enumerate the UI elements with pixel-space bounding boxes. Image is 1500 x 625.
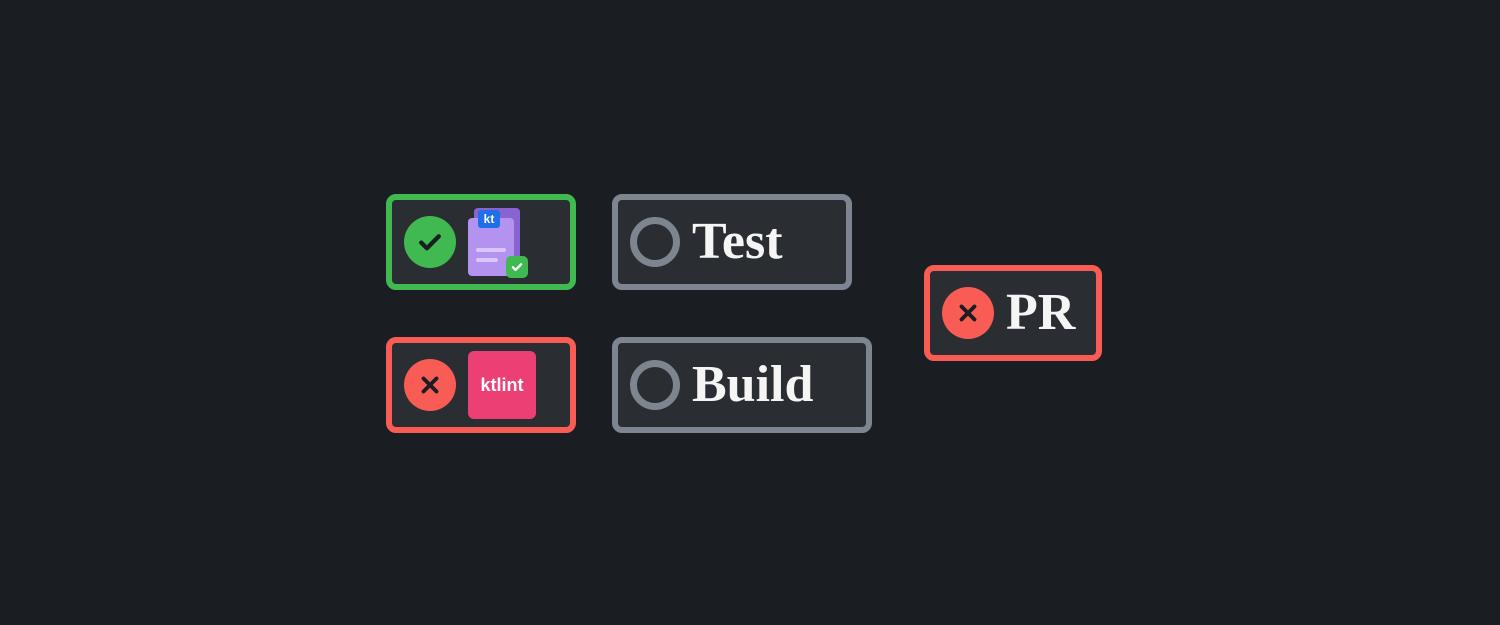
- check-icon: [404, 216, 456, 268]
- pending-icon: [630, 217, 680, 267]
- pending-icon: [630, 360, 680, 410]
- job-label: Test: [692, 216, 783, 268]
- job-card-pr[interactable]: PR: [924, 265, 1102, 361]
- job-card-test[interactable]: Test: [612, 194, 852, 290]
- job-card-kotlin[interactable]: kt: [386, 194, 576, 290]
- job-label: Build: [692, 359, 813, 411]
- job-card-build[interactable]: Build: [612, 337, 872, 433]
- ktlint-label: ktlint: [481, 375, 524, 396]
- x-icon: [942, 287, 994, 339]
- kotlin-file-icon: kt: [468, 208, 526, 276]
- mini-check-icon: [506, 256, 528, 278]
- ktlint-icon: ktlint: [468, 351, 536, 419]
- job-card-ktlint[interactable]: ktlint: [386, 337, 576, 433]
- job-label: PR: [1006, 287, 1075, 339]
- kt-badge: kt: [478, 210, 500, 228]
- x-icon: [404, 359, 456, 411]
